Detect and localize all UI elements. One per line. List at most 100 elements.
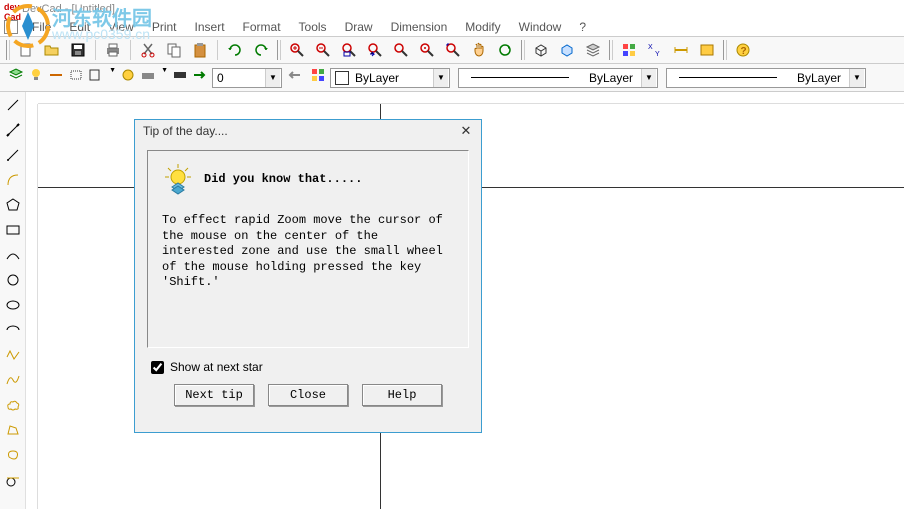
lineweight-label: ByLayer bbox=[797, 71, 841, 85]
chevron-down-icon: ▼ bbox=[641, 69, 656, 87]
rectangle-icon[interactable] bbox=[2, 219, 24, 241]
new-file-icon[interactable] bbox=[14, 39, 38, 61]
zoom-out-icon[interactable] bbox=[311, 39, 335, 61]
dialog-titlebar[interactable]: Tip of the day.... ✕ bbox=[135, 120, 481, 142]
redraw-icon[interactable] bbox=[493, 39, 517, 61]
close-button[interactable]: Close bbox=[268, 384, 348, 406]
polygon-icon[interactable] bbox=[2, 194, 24, 216]
plot-style-icon[interactable]: ▼ bbox=[140, 67, 168, 88]
zoom-in-icon[interactable] bbox=[285, 39, 309, 61]
menu-tools[interactable]: Tools bbox=[291, 19, 335, 35]
menu-window[interactable]: Window bbox=[511, 19, 570, 35]
ray-icon[interactable] bbox=[2, 144, 24, 166]
color-dropdown[interactable]: ByLayer ▼ bbox=[330, 68, 450, 88]
menu-draw[interactable]: Draw bbox=[337, 19, 381, 35]
layer-arrow-icon[interactable] bbox=[192, 67, 208, 88]
linetype-label: ByLayer bbox=[589, 71, 633, 85]
ellipse-icon[interactable] bbox=[2, 294, 24, 316]
color-label: ByLayer bbox=[355, 71, 399, 85]
menu-modify[interactable]: Modify bbox=[457, 19, 508, 35]
redo-icon[interactable] bbox=[249, 39, 273, 61]
color-picker-icon[interactable] bbox=[310, 67, 326, 88]
coordinates-icon[interactable]: XY bbox=[643, 39, 667, 61]
show-at-start-label: Show at next star bbox=[170, 360, 263, 374]
print-icon[interactable] bbox=[101, 39, 125, 61]
dialog-title: Tip of the day.... bbox=[143, 124, 228, 138]
show-at-start-checkbox[interactable] bbox=[151, 361, 164, 374]
lock-icon[interactable] bbox=[68, 67, 84, 88]
help-icon[interactable]: ? bbox=[731, 39, 755, 61]
menu-view[interactable]: View bbox=[100, 19, 142, 35]
construction-line-icon[interactable] bbox=[2, 119, 24, 141]
chevron-down-icon: ▼ bbox=[849, 69, 864, 87]
zoom-previous-icon[interactable] bbox=[363, 39, 387, 61]
layer-color-icon[interactable] bbox=[120, 67, 136, 88]
open-file-icon[interactable] bbox=[40, 39, 64, 61]
copy-icon[interactable] bbox=[162, 39, 186, 61]
menu-edit[interactable]: Edit bbox=[61, 19, 98, 35]
grip-handle[interactable] bbox=[277, 40, 281, 60]
grip-handle[interactable] bbox=[609, 40, 613, 60]
close-icon[interactable]: ✕ bbox=[455, 122, 477, 140]
linetype-sample bbox=[471, 77, 569, 78]
properties-icon[interactable] bbox=[617, 39, 641, 61]
bulb-icon[interactable] bbox=[28, 67, 44, 88]
menu-file[interactable]: File bbox=[24, 19, 59, 35]
zoom-extents-icon[interactable] bbox=[389, 39, 413, 61]
lightbulb-icon bbox=[162, 163, 194, 195]
tangent-icon[interactable] bbox=[2, 469, 24, 491]
text-style-icon[interactable] bbox=[695, 39, 719, 61]
revision-cloud-icon[interactable] bbox=[2, 394, 24, 416]
dimension-style-icon[interactable] bbox=[669, 39, 693, 61]
color-swatch bbox=[335, 71, 349, 85]
svg-text:Y: Y bbox=[655, 51, 660, 58]
layers-icon[interactable] bbox=[581, 39, 605, 61]
save-file-icon[interactable] bbox=[66, 39, 90, 61]
zoom-all-icon[interactable] bbox=[415, 39, 439, 61]
tip-of-day-dialog: Tip of the day.... ✕ Did you know that..… bbox=[134, 119, 482, 433]
layer-dropdown[interactable]: 0 ▼ bbox=[212, 68, 282, 88]
spline-icon[interactable] bbox=[2, 369, 24, 391]
ellipse-arc-icon[interactable] bbox=[2, 319, 24, 341]
pan-icon[interactable] bbox=[467, 39, 491, 61]
ucs-icon[interactable] bbox=[555, 39, 579, 61]
grip-handle[interactable] bbox=[723, 40, 727, 60]
zoom-window-icon[interactable] bbox=[337, 39, 361, 61]
grip-handle[interactable] bbox=[521, 40, 525, 60]
help-button[interactable]: Help bbox=[362, 384, 442, 406]
horizontal-ruler bbox=[38, 92, 904, 104]
closed-polyline-icon[interactable] bbox=[2, 419, 24, 441]
menu-print[interactable]: Print bbox=[144, 19, 185, 35]
menu-insert[interactable]: Insert bbox=[187, 19, 233, 35]
layer-options-icon[interactable]: ▼ bbox=[88, 67, 116, 88]
linetype-dropdown[interactable]: ByLayer ▼ bbox=[458, 68, 658, 88]
arc-icon[interactable] bbox=[2, 169, 24, 191]
lineweight-dropdown[interactable]: ByLayer ▼ bbox=[666, 68, 866, 88]
menu-format[interactable]: Format bbox=[235, 19, 289, 35]
arc-3p-icon[interactable] bbox=[2, 244, 24, 266]
chevron-down-icon: ▼ bbox=[433, 69, 448, 87]
polyline-icon[interactable] bbox=[2, 344, 24, 366]
closed-spline-icon[interactable] bbox=[2, 444, 24, 466]
tip-heading: Did you know that..... bbox=[204, 172, 362, 186]
make-current-icon[interactable] bbox=[286, 67, 302, 88]
layer-linetype-icon[interactable] bbox=[172, 67, 188, 88]
vertical-ruler bbox=[26, 104, 38, 509]
3d-view-icon[interactable] bbox=[529, 39, 553, 61]
draw-toolbar bbox=[0, 92, 26, 509]
menu-dimension[interactable]: Dimension bbox=[383, 19, 456, 35]
freeze-icon[interactable] bbox=[48, 67, 64, 88]
layer-manager-icon[interactable] bbox=[8, 67, 24, 88]
svg-text:?: ? bbox=[741, 46, 747, 57]
circle-icon[interactable] bbox=[2, 269, 24, 291]
window-title: DevCad - [Untitled] bbox=[22, 3, 115, 15]
undo-icon[interactable] bbox=[223, 39, 247, 61]
next-tip-button[interactable]: Next tip bbox=[174, 384, 254, 406]
menu-help[interactable]: ? bbox=[571, 19, 594, 35]
cut-icon[interactable] bbox=[136, 39, 160, 61]
zoom-realtime-icon[interactable] bbox=[441, 39, 465, 61]
mdi-control-icon[interactable] bbox=[4, 20, 18, 34]
paste-icon[interactable] bbox=[188, 39, 212, 61]
line-icon[interactable] bbox=[2, 94, 24, 116]
grip-handle[interactable] bbox=[6, 40, 10, 60]
